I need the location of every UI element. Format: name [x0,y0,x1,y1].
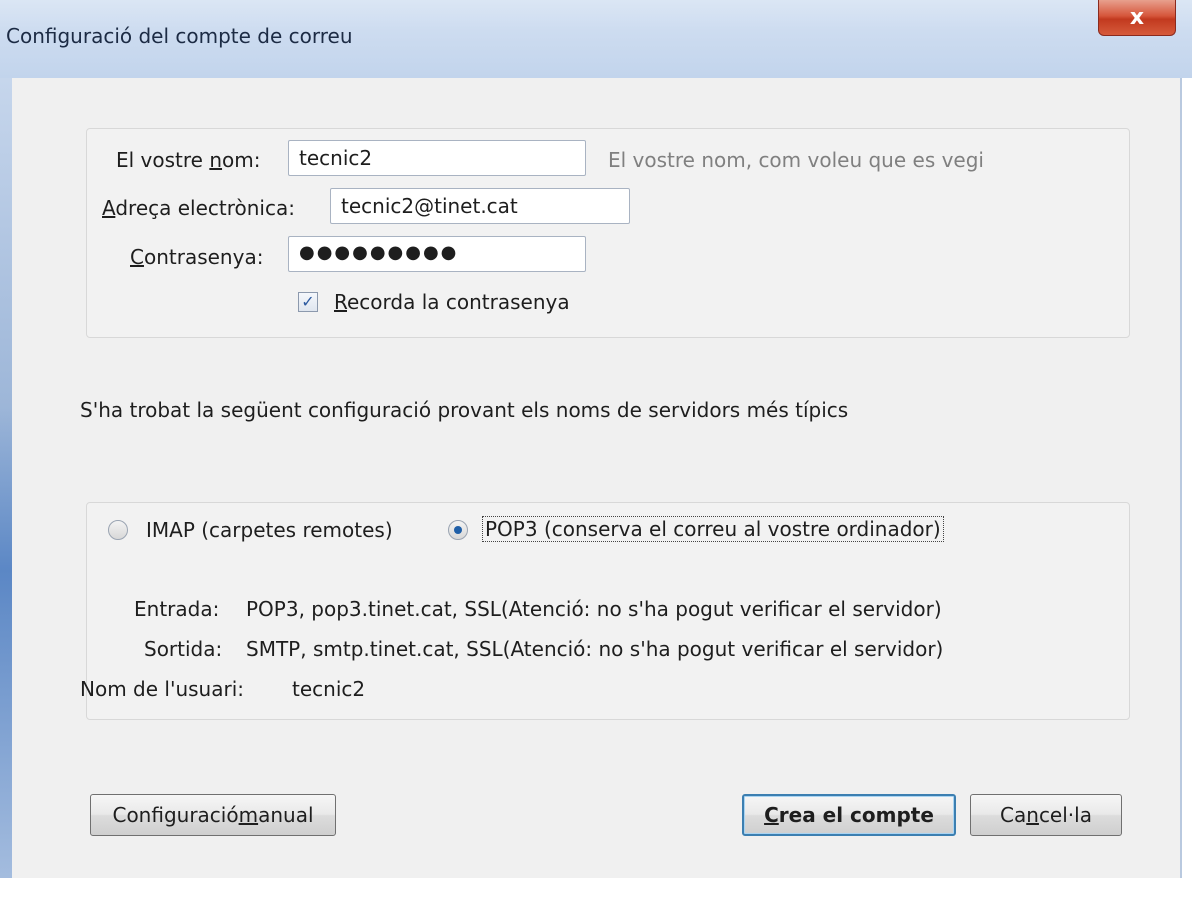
window-bottom-edge [0,878,1192,900]
cancel-button[interactable]: Ca n cel·la [970,794,1122,836]
imap-radio-label[interactable]: IMAP (carpetes remotes) [146,518,393,542]
name-input[interactable] [288,140,586,176]
account-setup-dialog: Configuració del compte de correu x El v… [0,0,1192,900]
manual-config-button[interactable]: Configuració m anual [90,794,336,836]
close-icon: x [1129,5,1145,30]
pop3-radio-label[interactable]: POP3 (conserva el correu al vostre ordin… [482,516,944,542]
close-button[interactable]: x [1098,0,1176,36]
remember-password-label[interactable]: Recorda la contrasenya [334,290,570,314]
title-bar[interactable]: Configuració del compte de correu [0,0,1192,78]
create-account-button[interactable]: Crea el compte [742,794,956,836]
name-label: El vostre nom: [116,148,261,172]
outgoing-label: Sortida: [144,637,223,661]
password-input[interactable]: ●●●●●●●●● [288,236,586,272]
imap-radio[interactable] [108,520,128,540]
checkmark-icon: ✓ [301,292,315,311]
window-frame-left [0,78,12,900]
incoming-label: Entrada: [134,597,220,621]
name-hint: El vostre nom, com voleu que es vegi [608,148,984,172]
window-title: Configuració del compte de correu [6,24,353,48]
email-label: Adreça electrònica: [102,196,295,220]
password-label: Contrasenya: [130,245,264,269]
outgoing-value: SMTP, smtp.tinet.cat, SSL(Atenció: no s'… [246,637,944,661]
username-label: Nom de l'usuari: [80,677,244,701]
incoming-value: POP3, pop3.tinet.cat, SSL(Atenció: no s'… [246,597,942,621]
pop3-radio[interactable] [448,520,468,540]
email-input[interactable] [330,188,630,224]
remember-password-checkbox[interactable]: ✓ [298,292,318,312]
username-value: tecnic2 [292,677,366,701]
found-config-message: S'ha trobat la següent configuració prov… [80,398,849,422]
